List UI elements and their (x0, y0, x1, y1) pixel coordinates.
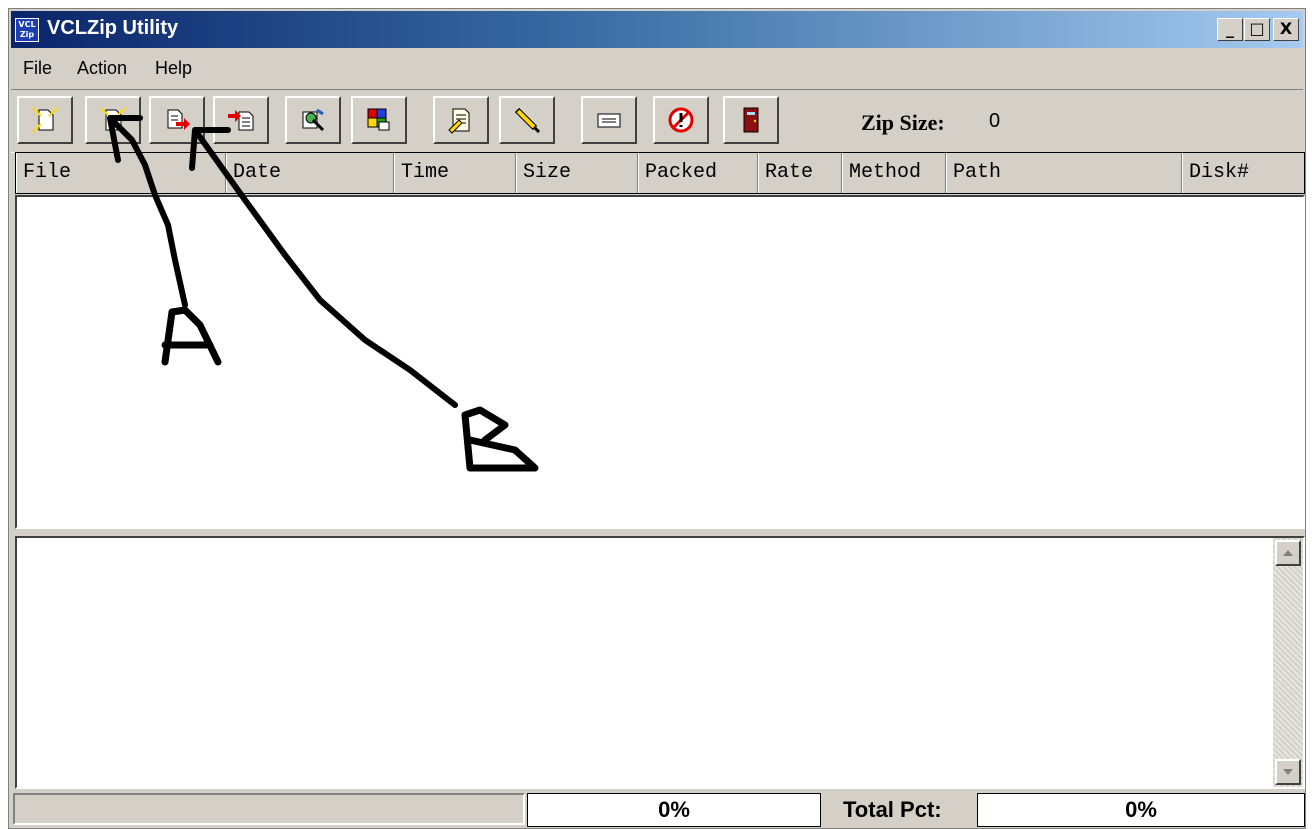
label-b-drawing (461, 406, 539, 472)
arrow-b-icon (189, 127, 458, 408)
arrow-a-icon (107, 115, 188, 308)
hand-drawn-annotation (107, 115, 539, 472)
label-a-drawing (161, 306, 222, 366)
